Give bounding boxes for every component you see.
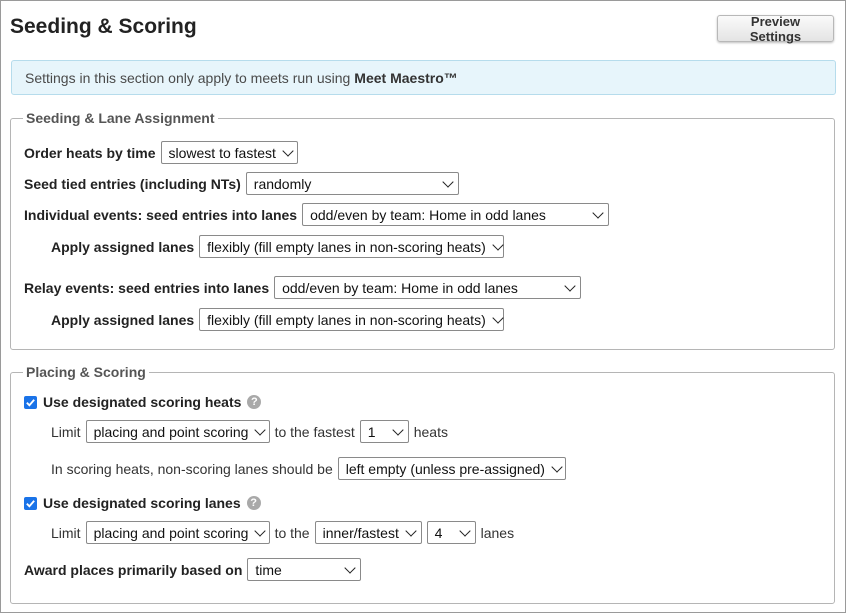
relay-apply-select[interactable]: flexibly (fill empty lanes in non-scorin…	[199, 308, 505, 331]
scoring-heats-checkbox-row: Use designated scoring heats ?	[24, 394, 262, 410]
order-heats-label: Order heats by time	[24, 144, 156, 161]
lanes-which-value: inner/fastest	[322, 524, 399, 541]
lanes-limit-value: placing and point scoring	[93, 524, 249, 541]
help-icon[interactable]: ?	[246, 496, 261, 510]
tied-entries-value: randomly	[253, 175, 312, 192]
info-text: Settings in this section only apply to m…	[25, 69, 351, 86]
chevron-down-icon	[254, 524, 267, 537]
to-fastest-text: to the fastest	[274, 423, 355, 440]
award-places-label: Award places primarily based on	[24, 561, 243, 578]
individual-apply-value: flexibly (fill empty lanes in non-scorin…	[207, 238, 486, 255]
lanes-unit-text: lanes	[480, 524, 515, 541]
scoring-lanes-checkbox[interactable]	[24, 496, 37, 510]
relay-apply-label: Apply assigned lanes	[51, 311, 195, 328]
relay-lanes-select[interactable]: odd/even by team: Home in odd lanes	[274, 276, 582, 299]
individual-apply-row: Apply assigned lanes flexibly (fill empt…	[51, 235, 505, 258]
relay-apply-value: flexibly (fill empty lanes in non-scorin…	[207, 311, 486, 328]
heats-count-select[interactable]: 1	[359, 420, 409, 443]
tied-entries-row: Seed tied entries (including NTs) random…	[24, 172, 459, 195]
individual-apply-select[interactable]: flexibly (fill empty lanes in non-scorin…	[199, 235, 505, 258]
tied-entries-label: Seed tied entries (including NTs)	[24, 175, 241, 192]
nonscoring-lanes-text: In scoring heats, non-scoring lanes shou…	[51, 460, 333, 477]
help-icon[interactable]: ?	[247, 395, 262, 409]
relay-lanes-row: Relay events: seed entries into lanes od…	[24, 276, 582, 299]
info-product-name: Meet Maestro™	[354, 69, 458, 86]
preview-settings-button[interactable]: Preview Settings	[717, 14, 834, 44]
scoring-lanes-checkbox-row: Use designated scoring lanes ?	[24, 495, 261, 511]
chevron-down-icon	[564, 279, 576, 292]
info-banner: Settings in this section only apply to m…	[11, 60, 836, 95]
chevron-down-icon	[458, 524, 471, 537]
chevron-down-icon	[405, 524, 417, 537]
chevron-down-icon	[344, 561, 357, 574]
individual-apply-label: Apply assigned lanes	[51, 238, 195, 255]
scoring-lanes-limit-row: Limit placing and point scoring to the i…	[51, 521, 519, 544]
award-places-value: time	[255, 561, 282, 578]
chevron-down-icon	[492, 311, 504, 324]
heats-unit-text: heats	[413, 423, 448, 440]
chevron-down-icon	[492, 238, 504, 251]
award-places-row: Award places primarily based on time	[24, 558, 362, 581]
lanes-which-select[interactable]: inner/fastest	[314, 521, 422, 544]
order-heats-value: slowest to fastest	[168, 144, 276, 161]
scoring-heats-limit-row: Limit placing and point scoring to the f…	[51, 420, 453, 443]
scoring-lanes-label[interactable]: Use designated scoring lanes	[43, 495, 241, 511]
lanes-count-value: 4	[434, 524, 443, 541]
chevron-down-icon	[282, 144, 294, 157]
award-places-select[interactable]: time	[247, 558, 362, 581]
scoring-heats-label[interactable]: Use designated scoring heats	[43, 394, 241, 410]
chevron-down-icon	[392, 423, 404, 436]
tied-entries-select[interactable]: randomly	[245, 172, 459, 195]
individual-lanes-value: odd/even by team: Home in odd lanes	[310, 206, 546, 223]
relay-lanes-value: odd/even by team: Home in odd lanes	[282, 279, 518, 296]
scoring-heats-checkbox[interactable]	[24, 395, 37, 409]
nonscoring-lanes-select[interactable]: left empty (unless pre-assigned)	[337, 457, 566, 480]
to-the-text: to the	[274, 524, 310, 541]
scoring-legend: Placing & Scoring	[26, 364, 146, 380]
individual-lanes-select[interactable]: odd/even by team: Home in odd lanes	[302, 203, 610, 226]
nonscoring-lanes-value: left empty (unless pre-assigned)	[345, 460, 545, 477]
seeding-legend: Seeding & Lane Assignment	[26, 110, 215, 126]
order-heats-select[interactable]: slowest to fastest	[160, 141, 298, 164]
heats-count-value: 1	[367, 423, 376, 440]
heats-limit-text: Limit	[51, 423, 81, 440]
chevron-down-icon	[551, 460, 563, 473]
lanes-limit-select[interactable]: placing and point scoring	[85, 521, 270, 544]
page-title: Seeding & Scoring	[10, 15, 197, 38]
heats-limit-value: placing and point scoring	[93, 423, 249, 440]
individual-lanes-label: Individual events: seed entries into lan…	[24, 206, 298, 223]
nonscoring-lanes-row: In scoring heats, non-scoring lanes shou…	[51, 457, 566, 480]
order-heats-row: Order heats by time slowest to fastest	[24, 141, 298, 164]
relay-lanes-label: Relay events: seed entries into lanes	[24, 279, 270, 296]
lanes-count-select[interactable]: 4	[426, 521, 476, 544]
heats-limit-select[interactable]: placing and point scoring	[85, 420, 270, 443]
individual-lanes-row: Individual events: seed entries into lan…	[24, 203, 610, 226]
lanes-limit-text: Limit	[51, 524, 81, 541]
chevron-down-icon	[592, 206, 604, 219]
chevron-down-icon	[442, 175, 454, 188]
chevron-down-icon	[254, 423, 267, 436]
relay-apply-row: Apply assigned lanes flexibly (fill empt…	[51, 308, 505, 331]
